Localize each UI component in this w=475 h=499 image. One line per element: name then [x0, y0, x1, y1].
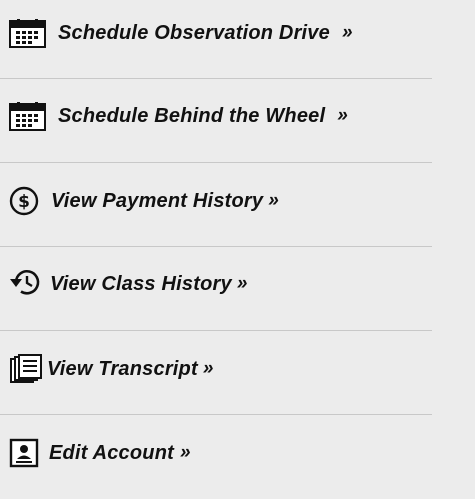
menu-item-label: Schedule Behind the Wheel: [58, 104, 326, 127]
chevron-double-right-icon: »: [337, 105, 348, 126]
dollar-circle-icon: $: [9, 186, 39, 216]
divider: [0, 246, 432, 247]
divider: [0, 414, 432, 415]
calendar-icon: [9, 100, 46, 131]
chevron-double-right-icon: »: [341, 22, 353, 43]
menu-item-label: Edit Account: [49, 441, 174, 464]
account-menu: Schedule Observation Drive » Schedule Be…: [0, 0, 475, 499]
chevron-double-right-icon: »: [236, 273, 248, 294]
svg-text:$: $: [18, 192, 30, 212]
edit-account-link[interactable]: Edit Account »: [0, 436, 475, 470]
chevron-double-right-icon: »: [202, 358, 214, 379]
view-class-history-link[interactable]: View Class History »: [0, 266, 475, 302]
chevron-double-right-icon: »: [268, 190, 279, 211]
menu-item-label: View Class History: [50, 272, 232, 295]
view-transcript-link[interactable]: View Transcript »: [0, 352, 475, 386]
menu-item-label: View Transcript: [47, 357, 198, 380]
history-icon: [9, 268, 45, 300]
documents-icon: [9, 354, 43, 384]
divider: [0, 330, 432, 331]
schedule-behind-the-wheel-link[interactable]: Schedule Behind the Wheel »: [0, 98, 475, 134]
menu-item-label: View Payment History: [51, 189, 264, 212]
calendar-icon: [9, 17, 46, 48]
divider: [0, 78, 432, 79]
menu-item-label: Schedule Observation Drive: [58, 21, 330, 44]
account-card-icon: [9, 438, 39, 468]
divider: [0, 162, 432, 163]
chevron-double-right-icon: »: [180, 442, 191, 463]
schedule-observation-drive-link[interactable]: Schedule Observation Drive »: [0, 16, 475, 50]
view-payment-history-link[interactable]: $ View Payment History »: [0, 184, 475, 218]
